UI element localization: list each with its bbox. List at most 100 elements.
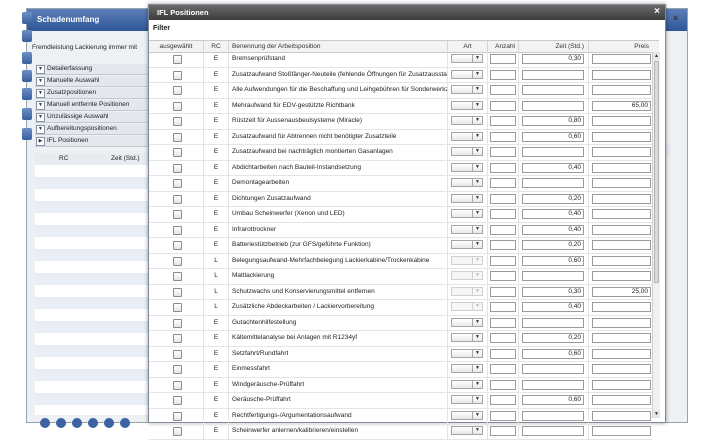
close-icon[interactable]: × — [654, 6, 660, 17]
preis-input[interactable] — [592, 178, 651, 188]
anzahl-input[interactable] — [490, 162, 516, 173]
zeit-input[interactable]: 0,40 — [522, 209, 584, 219]
preis-input[interactable]: 25,00 — [592, 286, 651, 297]
table-row[interactable]: E Rüstzeit für Aussenausbeulsysteme (Mira… — [149, 114, 652, 130]
zeit-input[interactable] — [522, 85, 584, 95]
table-row[interactable]: E Demontagearbeiten ▼ — [149, 176, 652, 192]
table-row[interactable]: E Setzfahrt/Rundfahrt ▼ 0,60 — [149, 346, 652, 362]
zeit-input[interactable] — [522, 410, 584, 421]
filter-label[interactable]: Filter — [153, 25, 170, 32]
chevron-down-icon[interactable]: ▼ — [36, 89, 45, 98]
scroll-up-icon[interactable]: ▲ — [653, 52, 660, 60]
preis-input[interactable] — [592, 240, 651, 250]
header-art[interactable]: Art — [448, 41, 488, 52]
preis-input[interactable] — [592, 147, 651, 157]
art-dropdown[interactable]: ▼ — [451, 131, 483, 141]
preis-input[interactable] — [592, 54, 651, 64]
art-dropdown[interactable]: ▼ — [451, 224, 483, 234]
select-checkbox[interactable] — [173, 101, 182, 111]
art-dropdown[interactable]: ▼ — [451, 410, 483, 420]
scroll-down-icon[interactable]: ▼ — [653, 410, 660, 418]
table-row[interactable]: E Geräusche-Prüffahrt ▼ 0,60 — [149, 393, 652, 409]
anzahl-input[interactable] — [490, 333, 516, 343]
anzahl-input[interactable] — [490, 302, 516, 312]
side-tab[interactable] — [22, 108, 32, 120]
anzahl-input[interactable] — [490, 69, 516, 80]
anzahl-input[interactable] — [490, 379, 516, 390]
table-row[interactable]: E Mehraufwand für EDV-gestützte Richtbank… — [149, 98, 652, 114]
preis-input[interactable] — [592, 333, 651, 343]
zeit-input[interactable]: 0,30 — [522, 286, 584, 297]
zeit-input[interactable] — [522, 426, 584, 436]
zeit-input[interactable]: 0,60 — [522, 348, 584, 359]
preis-input[interactable] — [592, 302, 651, 312]
zeit-input[interactable] — [522, 100, 584, 111]
select-checkbox[interactable] — [173, 210, 182, 219]
zeit-input[interactable] — [522, 364, 584, 374]
anzahl-input[interactable] — [490, 224, 516, 235]
side-tab[interactable] — [22, 30, 32, 42]
table-row[interactable]: L Zusätzliche Abdeckarbeiten / Lackiervor… — [149, 300, 652, 316]
select-checkbox[interactable] — [173, 334, 182, 343]
bottom-circle-icon[interactable] — [104, 418, 114, 428]
zeit-input[interactable]: 0,20 — [522, 333, 584, 343]
table-row[interactable]: E Zusatzaufwand bei nachträglich montiert… — [149, 145, 652, 161]
table-row[interactable]: L Belegungsaufwand-Mehrfachbelegung Lacki… — [149, 253, 652, 269]
art-dropdown[interactable]: ▼ — [451, 379, 483, 389]
anzahl-input[interactable] — [490, 364, 516, 374]
chevron-down-icon[interactable]: ▼ — [36, 65, 45, 74]
select-checkbox[interactable] — [173, 272, 182, 281]
anzahl-input[interactable] — [490, 426, 516, 436]
art-dropdown[interactable]: ▼ — [451, 100, 483, 110]
header-anzahl[interactable]: Anzahl — [488, 41, 519, 52]
zeit-input[interactable] — [522, 271, 584, 281]
art-dropdown[interactable]: ▼ — [451, 348, 483, 358]
side-tab[interactable] — [22, 70, 32, 82]
header-zeit[interactable]: Zeit (Std.) — [519, 41, 589, 52]
anzahl-input[interactable] — [490, 193, 516, 204]
zeit-input[interactable]: 0,40 — [522, 162, 584, 173]
chevron-down-icon[interactable]: ▼ — [36, 125, 45, 134]
zeit-input[interactable]: 0,40 — [522, 224, 584, 235]
preis-input[interactable] — [592, 162, 651, 173]
select-checkbox[interactable] — [173, 349, 182, 359]
anzahl-input[interactable] — [490, 286, 516, 297]
table-row[interactable]: E Gutachtenhilfestellung ▼ — [149, 315, 652, 331]
preis-input[interactable] — [592, 116, 651, 126]
anzahl-input[interactable] — [490, 131, 516, 142]
zeit-input[interactable] — [522, 379, 584, 390]
select-checkbox[interactable] — [173, 380, 182, 390]
anzahl-input[interactable] — [490, 178, 516, 188]
header-preis[interactable]: Preis — [589, 41, 659, 52]
header-name[interactable]: Benennung der Arbeitsposition — [229, 41, 448, 52]
table-row[interactable]: E Alle Aufwendungen für die Beschaffung u… — [149, 83, 652, 99]
select-checkbox[interactable] — [173, 318, 182, 328]
zeit-input[interactable] — [522, 178, 584, 188]
preis-input[interactable]: 65,00 — [592, 100, 651, 111]
preis-input[interactable] — [592, 255, 651, 266]
preis-input[interactable] — [592, 224, 651, 235]
art-dropdown[interactable]: ▼ — [451, 69, 483, 79]
select-checkbox[interactable] — [173, 86, 182, 95]
bottom-circle-icon[interactable] — [72, 418, 82, 428]
preis-input[interactable] — [592, 131, 651, 142]
dialog-titlebar[interactable]: IFL Positionen × — [149, 5, 665, 20]
anzahl-input[interactable] — [490, 395, 516, 405]
select-checkbox[interactable] — [173, 148, 182, 157]
table-row[interactable]: E Batteriestützbetrieb (zur GFS/geführte … — [149, 238, 652, 254]
zeit-input[interactable]: 0,20 — [522, 193, 584, 204]
art-dropdown[interactable]: ▼ — [451, 426, 483, 435]
art-dropdown[interactable]: ▼ — [451, 364, 483, 373]
select-checkbox[interactable] — [173, 287, 182, 297]
select-checkbox[interactable] — [173, 241, 182, 250]
anzahl-input[interactable] — [490, 209, 516, 219]
art-dropdown[interactable]: ▼ — [451, 209, 483, 218]
preis-input[interactable] — [592, 85, 651, 95]
bottom-circle-icon[interactable] — [88, 418, 98, 428]
side-tab[interactable] — [22, 52, 32, 64]
anzahl-input[interactable] — [490, 85, 516, 95]
art-dropdown[interactable]: ▼ — [451, 178, 483, 187]
header-rc[interactable]: RC — [204, 41, 229, 52]
table-row[interactable]: E Dichtungen Zusatzaufwand ▼ 0,20 — [149, 191, 652, 207]
side-tab[interactable] — [22, 88, 32, 100]
